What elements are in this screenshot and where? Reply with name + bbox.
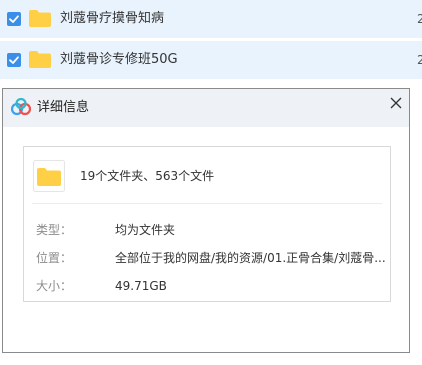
size-value: 49.71GB <box>115 279 167 293</box>
dialog-title-bar: 详细信息 <box>3 89 409 127</box>
dialog-title: 详细信息 <box>37 100 90 115</box>
info-card: 19个文件夹、563个文件 类型： 均为文件夹 位置： 全部位于我的网盘/我的资… <box>23 146 391 302</box>
baidu-netdisk-logo-icon <box>10 97 32 120</box>
location-value: 全部位于我的网盘/我的资源/01.正骨合集/刘蔻骨... <box>115 251 385 265</box>
type-label: 类型： <box>36 223 73 237</box>
type-value: 均为文件夹 <box>115 223 176 237</box>
checkbox-checked[interactable] <box>7 53 21 67</box>
file-meta-truncated: 2 <box>417 12 422 26</box>
file-name[interactable]: 刘蔻骨诊专修班50G <box>60 51 178 69</box>
file-name[interactable]: 刘蔻骨疗摸骨知病 <box>60 10 164 28</box>
folder-icon <box>29 10 51 31</box>
selection-summary: 19个文件夹、563个文件 <box>80 169 215 183</box>
file-row[interactable]: 刘蔻骨疗摸骨知病 2 <box>0 0 422 41</box>
file-meta-truncated: 2 <box>417 53 422 67</box>
divider <box>32 203 382 204</box>
file-row[interactable]: 刘蔻骨诊专修班50G 2 <box>0 41 422 79</box>
checkbox-checked[interactable] <box>7 12 21 26</box>
folder-icon <box>33 160 65 196</box>
close-icon[interactable] <box>387 94 405 112</box>
details-dialog: 详细信息 19个文件夹、563个文件 类型： 均为文件夹 位置： 全部位于我的网… <box>2 88 410 353</box>
size-label: 大小： <box>36 279 73 293</box>
location-label: 位置： <box>36 251 73 265</box>
folder-icon <box>29 51 51 72</box>
